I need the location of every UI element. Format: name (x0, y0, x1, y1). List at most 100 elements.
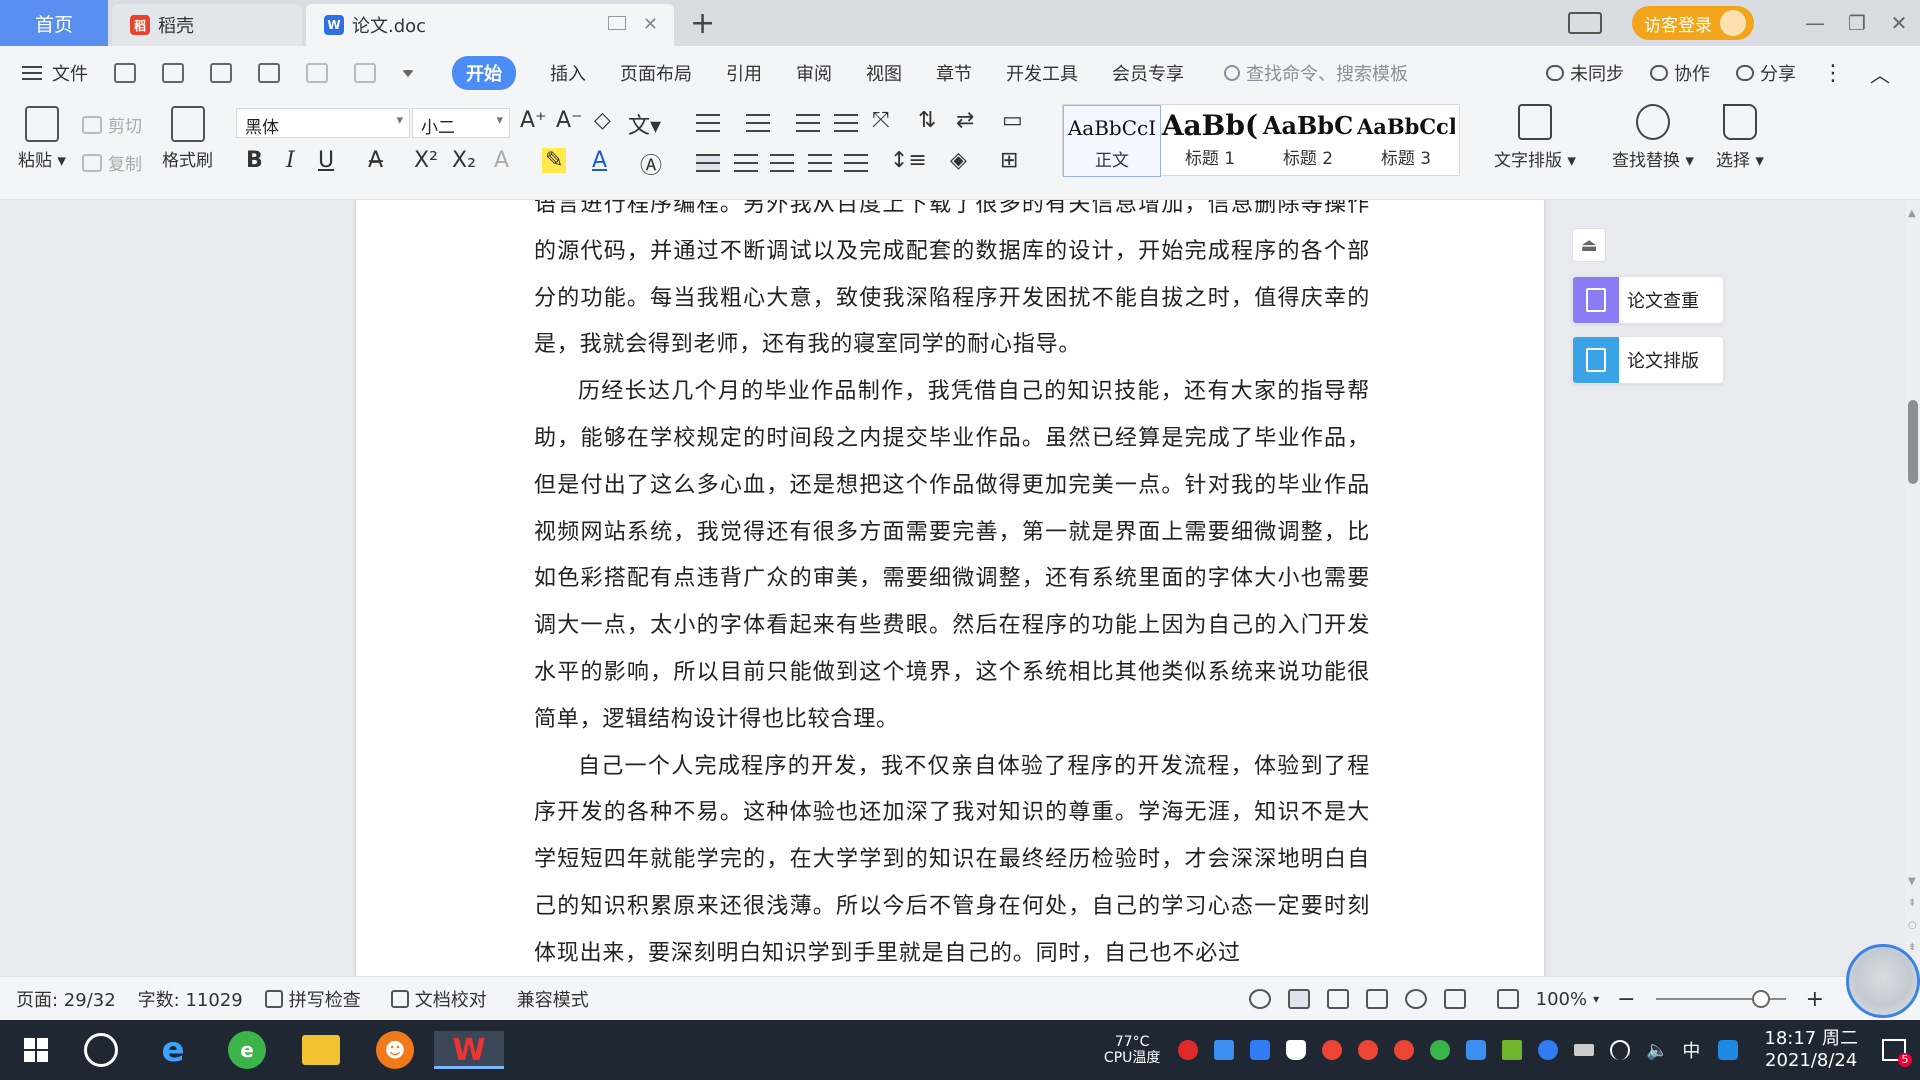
line-spacing-icon[interactable]: ↕≡ (890, 148, 927, 173)
format-painter-button[interactable]: 格式刷 (162, 106, 213, 171)
bold-icon[interactable]: B (246, 148, 263, 173)
style-normal[interactable]: AaBbCcI 正文 (1063, 105, 1161, 177)
bullet-list-icon[interactable] (696, 114, 720, 132)
window-layout-icon[interactable] (1568, 12, 1602, 34)
visitor-login-button[interactable]: 访客登录 (1632, 6, 1754, 40)
print-icon[interactable] (210, 63, 232, 83)
save-icon[interactable] (114, 63, 136, 83)
paragraph[interactable]: 语言进行程序编程。另外我从百度上下载了很多的有关信息增加，信息删除等操作的源代码… (534, 200, 1370, 369)
align-right-icon[interactable] (770, 154, 794, 172)
font-size-select[interactable]: 小二 (412, 108, 510, 138)
assistant-robot-icon[interactable] (1846, 944, 1920, 1018)
style-heading-2[interactable]: AaBbC 标题 2 (1259, 105, 1357, 177)
shield-icon[interactable] (1250, 1040, 1271, 1060)
proofread-button[interactable]: 文档校对 (390, 986, 487, 1012)
scrollbar-thumb[interactable] (1908, 400, 1918, 484)
plus-app-icon[interactable] (1430, 1040, 1451, 1060)
find-replace-button[interactable]: 查找替换 ▾ (1612, 104, 1694, 171)
ime-indicator[interactable]: 中 (1682, 1037, 1700, 1063)
close-window-icon[interactable]: ✕ (1878, 11, 1920, 35)
font-name-select[interactable]: 黑体 (236, 108, 410, 138)
chinese-layout-icon[interactable]: ⤧ (872, 108, 890, 133)
text-layout-button[interactable]: 文字排版 ▾ (1494, 104, 1576, 171)
style-heading-3[interactable]: AaBbCcl 标题 3 (1357, 105, 1455, 177)
document-page[interactable]: 语言进行程序编程。另外我从百度上下载了很多的有关信息增加，信息删除等操作的源代码… (356, 200, 1544, 976)
close-tab-icon[interactable]: ✕ (643, 14, 658, 35)
highlight-icon[interactable]: ✎ (542, 148, 567, 173)
prev-page-icon[interactable]: ⇞ (1908, 898, 1918, 909)
file-menu[interactable]: 文件 (22, 60, 88, 86)
word-count[interactable]: 字数: 11029 (138, 986, 243, 1012)
tab-home[interactable]: 首页 (0, 0, 108, 46)
pinwheel-app-icon[interactable] (84, 1033, 118, 1067)
text-effect-icon[interactable]: A (494, 148, 509, 173)
qq-icon[interactable] (1322, 1040, 1343, 1060)
zoom-in-icon[interactable]: + (1806, 987, 1824, 1012)
style-heading-1[interactable]: AaBb( 标题 1 (1161, 105, 1259, 177)
paper-layout-button[interactable]: 论文排版 (1572, 336, 1724, 384)
distribute-icon[interactable] (844, 154, 868, 172)
show-marks-icon[interactable]: ▭ (1002, 108, 1023, 133)
outline-view-icon[interactable] (1326, 989, 1349, 1009)
qq-icon-2[interactable] (1358, 1040, 1379, 1060)
decrease-indent-icon[interactable] (796, 114, 820, 132)
spell-check-button[interactable]: 拼写检查 (264, 986, 361, 1012)
document-body[interactable]: 语言进行程序编程。另外我从百度上下载了很多的有关信息增加，信息删除等操作的源代码… (534, 200, 1370, 976)
select-button[interactable]: 选择 ▾ (1716, 104, 1764, 171)
zoom-slider-knob[interactable] (1751, 990, 1770, 1008)
new-tab-button[interactable]: + (690, 6, 715, 41)
battery-icon[interactable] (1574, 1044, 1595, 1056)
next-page-icon[interactable]: ⇟ (1908, 942, 1918, 953)
italic-icon[interactable]: I (286, 148, 295, 173)
justify-icon[interactable] (808, 154, 832, 172)
qq-icon-3[interactable] (1394, 1040, 1415, 1060)
restore-icon[interactable]: ❐ (1836, 11, 1878, 35)
minimize-icon[interactable]: — (1794, 11, 1836, 35)
ie-browser-icon[interactable]: e (154, 1030, 192, 1070)
output-pdf-icon[interactable] (162, 63, 184, 83)
wps-taskbar-icon[interactable]: W (434, 1031, 504, 1069)
menu-home[interactable]: 开始 (452, 56, 516, 90)
sort-icon[interactable]: ⇅ (918, 108, 936, 133)
customize-toolbar-icon[interactable] (402, 69, 414, 77)
collab-button[interactable]: 协作 (1650, 60, 1710, 86)
vertical-scrollbar[interactable]: ▲ ▼ ⇞ ○ ⇟ (1905, 200, 1920, 976)
paper-check-button[interactable]: 论文查重 (1572, 276, 1724, 324)
zoom-dropdown-icon[interactable]: ▾ (1593, 992, 1599, 1006)
undo-icon[interactable] (306, 63, 328, 83)
underline-icon[interactable]: U (318, 148, 334, 173)
volume-icon[interactable]: 🔈 (1646, 1040, 1668, 1061)
scroll-down-icon[interactable]: ▼ (1908, 876, 1918, 887)
zoom-slider[interactable] (1655, 990, 1786, 1008)
menu-page-layout[interactable]: 页面布局 (620, 60, 692, 86)
bell-icon[interactable] (1286, 1040, 1307, 1060)
paste-button[interactable]: 粘贴 ▾ (18, 106, 66, 171)
shading-icon[interactable]: ◈ (950, 148, 967, 173)
align-left-icon[interactable] (696, 154, 720, 172)
font-color-icon[interactable]: A (592, 148, 607, 173)
clear-format-icon[interactable]: ◇ (594, 108, 611, 133)
page-view-icon[interactable] (1287, 989, 1310, 1009)
decrease-font-icon[interactable]: A⁻ (556, 108, 583, 133)
strikethrough-icon[interactable]: A̶ (368, 148, 383, 173)
more-icon[interactable]: ⋮ (1822, 61, 1844, 86)
scroll-up-icon[interactable]: ▲ (1908, 208, 1918, 219)
numbered-list-icon[interactable] (746, 114, 770, 132)
collapse-ribbon-icon[interactable]: ︿ (1870, 59, 1890, 88)
paragraph[interactable]: 自己一个人完成程序的开发，我不仅亲自体验了程序的开发流程，体验到了程序开发的各种… (534, 744, 1370, 976)
paragraph[interactable]: 历经长达几个月的毕业作品制作，我凭借自己的知识技能，还有大家的指导帮助，能够在学… (534, 369, 1370, 743)
tray-app-icon[interactable] (1466, 1040, 1487, 1060)
text-direction-icon[interactable]: ⇄ (956, 108, 974, 133)
share-button[interactable]: 分享 (1736, 60, 1796, 86)
redo-icon[interactable] (354, 63, 376, 83)
cpu-temp-widget[interactable]: 77°C CPU温度 (1104, 1034, 1160, 1066)
browser-360-icon[interactable]: e (228, 1031, 266, 1069)
clock[interactable]: 18:17 周二 2021/8/24 (1764, 1028, 1858, 1072)
menu-view[interactable]: 视图 (866, 60, 902, 86)
monitor-icon[interactable] (608, 16, 626, 30)
select-browse-icon[interactable]: ○ (1908, 920, 1918, 931)
increase-font-icon[interactable]: A⁺ (520, 108, 547, 133)
wifi-icon[interactable] (1610, 1040, 1631, 1060)
pinyin-icon[interactable]: 文▾ (628, 108, 661, 140)
collapse-panel-icon[interactable]: ⏏ (1572, 228, 1606, 262)
